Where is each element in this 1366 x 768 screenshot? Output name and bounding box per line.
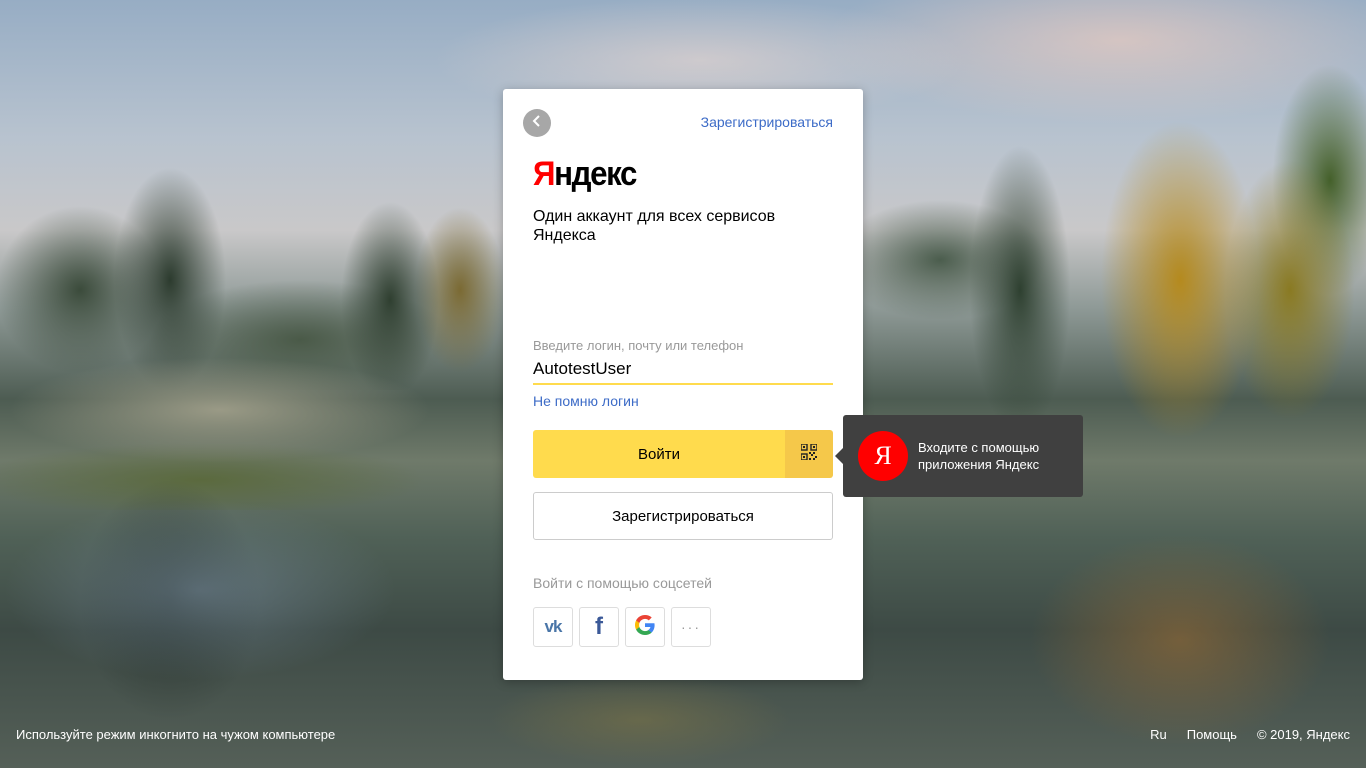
qr-login-button[interactable]	[785, 430, 833, 478]
register-link[interactable]: Зарегистрироваться	[701, 114, 833, 130]
tooltip-text: Входите с помощью приложения Яндекс	[918, 440, 1040, 472]
register-button[interactable]: Зарегистрироваться	[533, 492, 833, 540]
logo-first-letter: Я	[533, 155, 555, 193]
vk-icon: vk	[544, 617, 563, 636]
login-button[interactable]: Войти	[533, 430, 785, 478]
social-login-buttons: vk f ···	[533, 607, 711, 647]
forgot-login-link[interactable]: Не помню логин	[533, 393, 639, 409]
language-switcher[interactable]: Ru	[1150, 727, 1167, 742]
page-subtitle: Один аккаунт для всех сервисов Яндекса	[533, 208, 776, 244]
yandex-logo: Яндекс	[533, 155, 637, 193]
copyright: © 2019, Яндекс	[1256, 727, 1350, 742]
more-dots-icon: ···	[681, 619, 701, 635]
vk-login-button[interactable]: vk	[533, 607, 573, 647]
yandex-app-icon: Я	[858, 431, 908, 481]
facebook-login-button[interactable]: f	[579, 607, 619, 647]
app-login-tooltip: Я Входите с помощью приложения Яндекс	[835, 415, 1083, 497]
footer-links: Ru Помощь © 2019, Яндекс	[1150, 727, 1350, 742]
incognito-hint: Используйте режим инкогнито на чужом ком…	[16, 727, 336, 742]
qr-code-icon	[800, 442, 818, 465]
logo-rest: ндекс	[554, 155, 637, 193]
chevron-left-icon	[531, 114, 543, 132]
social-login-label: Войти с помощью соцсетей	[533, 575, 712, 591]
login-input[interactable]	[533, 355, 833, 385]
help-link[interactable]: Помощь	[1187, 727, 1237, 742]
more-social-button[interactable]: ···	[671, 607, 711, 647]
facebook-icon: f	[595, 613, 603, 640]
login-card: Зарегистрироваться Яндекс Один аккаунт д…	[503, 89, 863, 680]
google-login-button[interactable]	[625, 607, 665, 647]
google-icon	[634, 614, 656, 641]
back-button[interactable]	[523, 109, 551, 137]
login-field-label: Введите логин, почту или телефон	[533, 338, 744, 353]
